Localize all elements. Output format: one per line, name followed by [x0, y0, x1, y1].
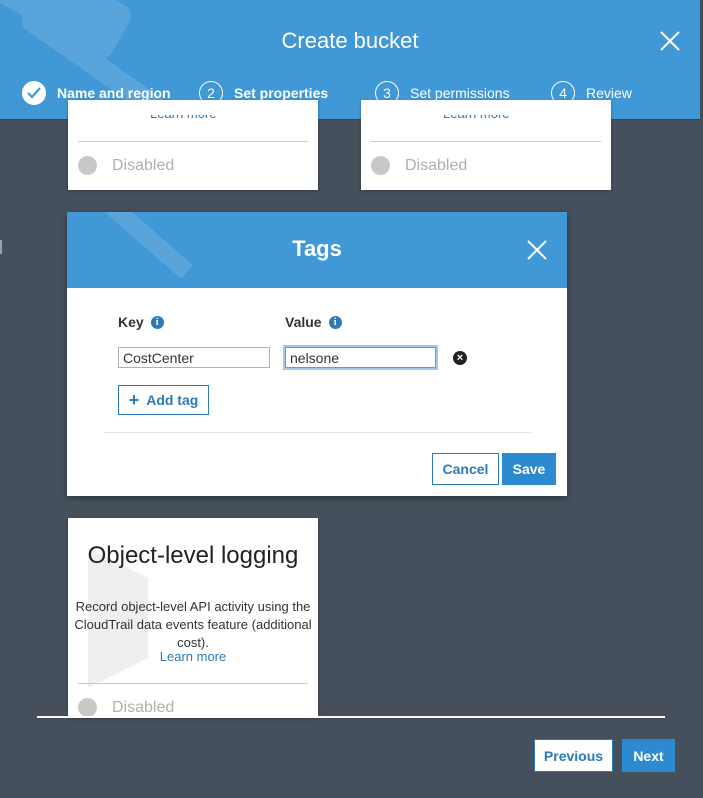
background-edge-mark — [0, 240, 2, 254]
status-row: Disabled — [78, 156, 174, 175]
learn-more-link[interactable]: Learn more — [443, 115, 509, 121]
step-label: Review — [586, 85, 632, 101]
value-column-label: Value i — [285, 314, 342, 330]
status-row: Disabled — [78, 698, 174, 717]
cancel-button[interactable]: Cancel — [432, 453, 499, 485]
wizard-title: Create bucket — [281, 28, 419, 53]
key-label: Key — [118, 314, 144, 330]
previous-button[interactable]: Previous — [534, 739, 613, 772]
learn-more-link[interactable]: Learn more — [68, 649, 318, 664]
status-row: Disabled — [371, 156, 467, 175]
status-label: Disabled — [405, 156, 468, 174]
card-divider — [371, 141, 601, 142]
save-button[interactable]: Save — [502, 453, 556, 485]
status-dot-icon — [78, 698, 97, 717]
tag-value-input[interactable] — [285, 347, 436, 368]
status-dot-icon — [78, 156, 97, 175]
property-card[interactable]: Learn more Disabled — [361, 100, 611, 190]
info-icon[interactable]: i — [328, 315, 342, 329]
add-tag-button[interactable]: + Add tag — [118, 385, 209, 415]
tags-dialog-title: Tags — [292, 236, 342, 261]
plus-icon: + — [128, 390, 140, 410]
status-dot-icon — [371, 156, 390, 175]
close-icon[interactable] — [659, 30, 681, 52]
info-icon[interactable]: i — [150, 315, 164, 329]
card-title: Object-level logging — [87, 542, 299, 569]
learn-more-link[interactable]: Learn more — [150, 115, 216, 121]
status-label: Disabled — [112, 698, 175, 716]
value-label: Value — [285, 314, 322, 330]
footer-divider — [37, 716, 665, 718]
step-label: Name and region — [57, 85, 171, 101]
step-label: Set permissions — [410, 85, 510, 101]
key-column-label: Key i — [118, 314, 164, 330]
dialog-divider — [104, 432, 531, 433]
property-card[interactable]: Learn more Disabled — [68, 100, 318, 190]
card-divider — [78, 683, 308, 684]
card-divider — [78, 141, 308, 142]
tag-key-input[interactable] — [118, 347, 270, 368]
tags-dialog: Tags Key i Value i × + Add tag Cancel Sa… — [67, 212, 567, 496]
remove-tag-icon[interactable]: × — [453, 351, 467, 365]
card-description: Record object-level API activity using t… — [74, 599, 312, 650]
object-level-logging-card[interactable]: Object-level logging Record object-level… — [68, 518, 318, 718]
checkmark-icon — [22, 81, 46, 105]
status-label: Disabled — [112, 156, 175, 174]
close-icon[interactable] — [526, 239, 548, 261]
step-label: Set properties — [234, 85, 329, 101]
add-tag-label: Add tag — [146, 392, 199, 408]
tags-dialog-header: Tags — [67, 212, 567, 288]
next-button[interactable]: Next — [622, 739, 675, 772]
